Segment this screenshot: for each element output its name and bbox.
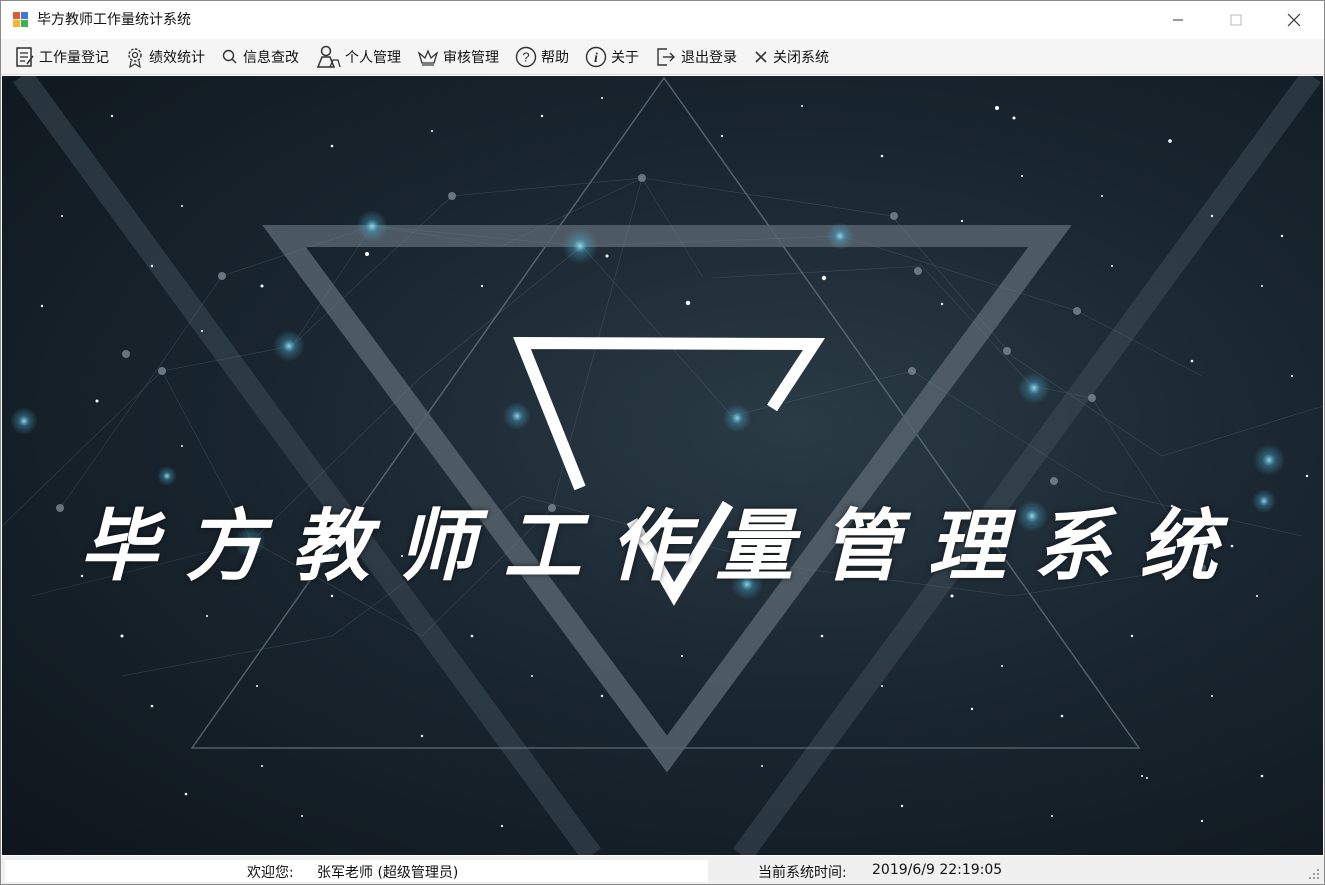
menu-bar: 工作量登记 绩效统计 信息查改 个人管理 审核管理 ? 帮助 i 关于 退出登录… (1, 39, 1324, 75)
current-user: 张军老师 (超级管理员) (317, 865, 459, 881)
close-window-button[interactable] (1265, 1, 1323, 39)
menu-about[interactable]: i 关于 (579, 42, 645, 72)
menu-help[interactable]: ? 帮助 (509, 42, 575, 72)
starfield-background (2, 76, 1323, 855)
info-icon: i (585, 46, 607, 67)
menu-personal-manage[interactable]: 个人管理 (309, 42, 407, 72)
users-icon (316, 45, 341, 68)
menu-label: 帮助 (541, 49, 569, 66)
welcome-label: 欢迎您: (247, 865, 294, 881)
menu-label: 退出登录 (681, 49, 737, 66)
app-icon (13, 12, 28, 27)
notepad-icon (16, 46, 34, 67)
menu-label: 审核管理 (443, 49, 499, 66)
gear-icon (128, 47, 142, 68)
minimize-icon (1173, 19, 1183, 21)
search-icon (222, 49, 237, 64)
crown-icon (417, 48, 439, 66)
system-time: 2019/6/9 22:19:05 (872, 862, 1003, 878)
system-time-label: 当前系统时间: (758, 865, 847, 881)
banner-canvas: 毕方教师工作量管理系统 (2, 76, 1323, 855)
minimize-button[interactable] (1149, 1, 1207, 39)
menu-audit-manage[interactable]: 审核管理 (411, 42, 505, 72)
svg-text:i: i (594, 51, 598, 66)
svg-text:?: ? (522, 49, 529, 64)
menu-info-edit[interactable]: 信息查改 (215, 42, 305, 72)
menu-label: 关于 (611, 49, 639, 66)
menu-label: 关闭系统 (773, 49, 829, 66)
title-bar: 毕方教师工作量统计系统 (1, 1, 1324, 39)
menu-label: 工作量登记 (39, 49, 109, 66)
window-title: 毕方教师工作量统计系统 (37, 12, 191, 28)
close-icon (755, 50, 767, 63)
close-icon (1287, 13, 1301, 27)
menu-label: 个人管理 (345, 49, 401, 66)
maximize-icon (1230, 14, 1242, 26)
menu-label: 信息查改 (243, 49, 299, 66)
status-bar: 欢迎您: 张军老师 (超级管理员) 当前系统时间: 2019/6/9 22:19… (1, 856, 1324, 884)
logout-icon (657, 47, 675, 66)
menu-logout[interactable]: 退出登录 (649, 42, 743, 72)
maximize-button[interactable] (1207, 1, 1265, 39)
resize-grip-icon[interactable] (1308, 868, 1320, 880)
menu-close-system[interactable]: 关闭系统 (747, 42, 835, 72)
menu-workload-register[interactable]: 工作量登记 (9, 42, 115, 72)
menu-label: 绩效统计 (149, 49, 205, 66)
main-window: 毕方教师工作量统计系统 工作量登记 绩效统计 信息查改 个人管理 审核管理 ? … (0, 0, 1325, 885)
help-icon: ? (515, 46, 537, 67)
banner-headline: 毕方教师工作量管理系统 (79, 501, 1246, 592)
menu-performance-stats[interactable]: 绩效统计 (119, 42, 211, 72)
